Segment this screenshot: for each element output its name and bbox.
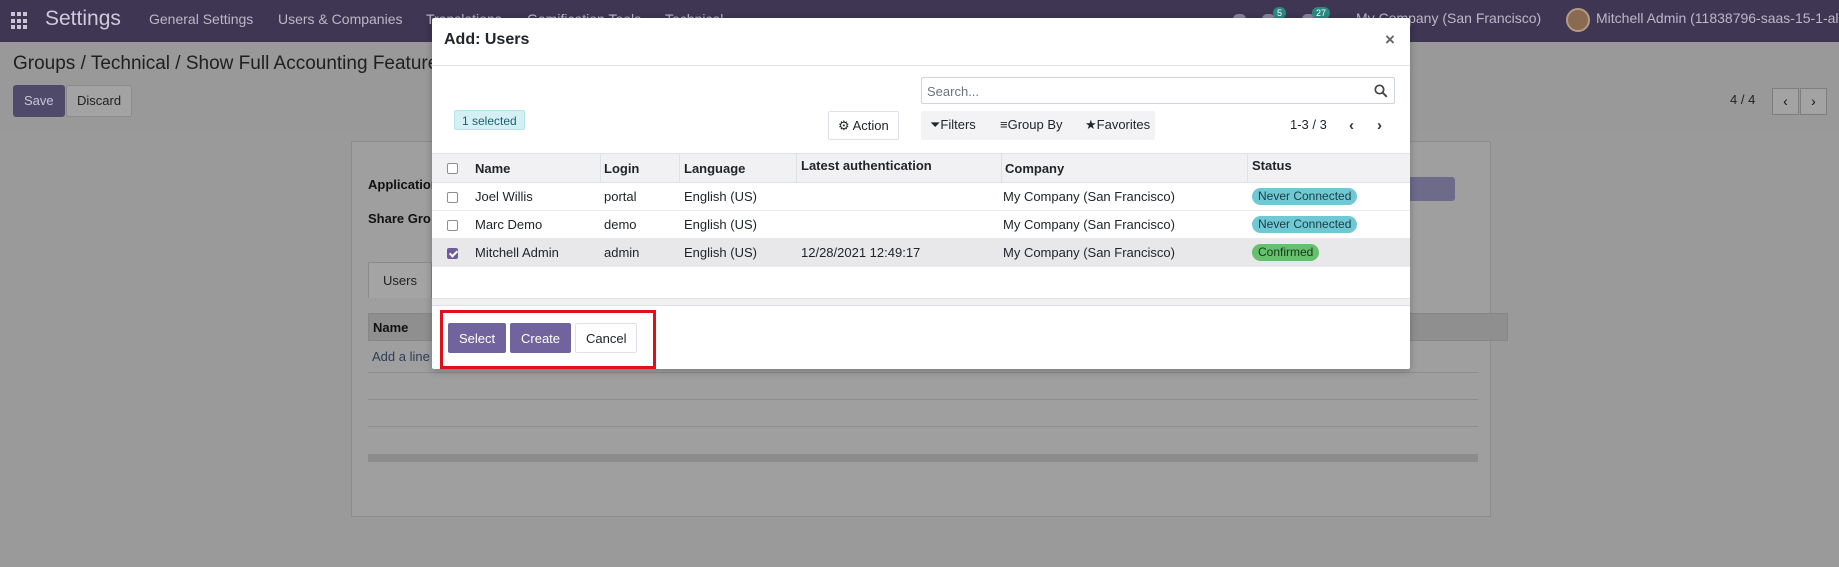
row-checkbox[interactable]: [447, 192, 458, 203]
favorites-button[interactable]: ★Favorites: [1085, 117, 1150, 133]
create-button[interactable]: Create: [510, 323, 572, 353]
cell-name: Joel Willis: [475, 189, 533, 204]
cell-name: Marc Demo: [475, 217, 543, 232]
status-badge: Never Connected: [1252, 188, 1358, 205]
column-header-language[interactable]: Language: [684, 161, 745, 176]
breadcrumb-current: Show Full Accounting Features: [185, 53, 448, 74]
cell-login: portal: [604, 189, 637, 204]
column-divider[interactable]: [600, 154, 601, 183]
pager-previous-button[interactable]: ‹: [1772, 88, 1799, 115]
share-group-label: Share Gro: [368, 211, 431, 226]
cell-login: demo: [604, 217, 637, 232]
cell-language: English (US): [684, 245, 757, 260]
column-divider[interactable]: [1247, 154, 1248, 183]
application-field[interactable]: [1407, 177, 1455, 201]
discard-button[interactable]: Discard: [66, 85, 133, 117]
chevron-left-icon[interactable]: ‹: [1349, 117, 1354, 134]
gear-icon: ⚙: [838, 118, 850, 133]
cell-company: My Company (San Francisco): [1003, 189, 1175, 204]
dialog-footer: Select Create Cancel: [432, 305, 1410, 369]
application-label: Application: [368, 177, 439, 192]
tab-users[interactable]: Users: [368, 262, 432, 298]
table-row[interactable]: Marc Demo demo English (US) My Company (…: [432, 211, 1410, 239]
close-icon[interactable]: ×: [1385, 30, 1395, 50]
column-divider[interactable]: [1001, 154, 1002, 183]
status-badge: Confirmed: [1252, 244, 1320, 261]
add-line-link[interactable]: Add a line: [372, 349, 430, 364]
search-bar: [921, 77, 1395, 104]
cell-name: Mitchell Admin: [475, 245, 559, 260]
row-checkbox[interactable]: [447, 220, 458, 231]
group-by-label: Group By: [1007, 117, 1063, 132]
list-footer: [432, 298, 1410, 305]
dialog-title: Add: Users: [444, 31, 530, 48]
cell-company: My Company (San Francisco): [1003, 217, 1175, 232]
breadcrumb: Groups / Technical / Show Full Accountin…: [13, 53, 448, 75]
menu-users-companies[interactable]: Users & Companies: [278, 11, 403, 27]
breadcrumb-separator: /: [75, 53, 91, 74]
avatar[interactable]: [1566, 8, 1590, 32]
app-brand[interactable]: Settings: [45, 7, 121, 31]
column-header-latest-authentication[interactable]: Latest authentication: [801, 158, 932, 173]
column-header-login[interactable]: Login: [604, 161, 639, 176]
selected-count-badge: 1 selected: [454, 110, 525, 130]
table-row[interactable]: Joel Willis portal English (US) My Compa…: [432, 183, 1410, 211]
chevron-right-icon[interactable]: ›: [1377, 117, 1382, 134]
filters-button[interactable]: ⏷Filters: [930, 117, 976, 133]
add-users-dialog: Add: Users × 1 selected ⚙ Action ⏷Filter…: [432, 18, 1410, 369]
breadcrumb-groups[interactable]: Groups: [13, 53, 75, 74]
search-input[interactable]: [927, 82, 1357, 100]
list-icon: ≡: [1000, 117, 1008, 132]
group-by-button[interactable]: ≡Group By: [1000, 117, 1063, 132]
table-row[interactable]: Mitchell Admin admin English (US) 12/28/…: [432, 239, 1410, 267]
column-header-company[interactable]: Company: [1005, 161, 1064, 176]
divider: [368, 372, 1478, 373]
search-icon[interactable]: [1374, 84, 1388, 98]
search-options-bar: ⏷Filters ≡Group By ★Favorites: [921, 111, 1155, 140]
cancel-button[interactable]: Cancel: [575, 323, 638, 353]
cell-language: English (US): [684, 217, 757, 232]
cell-company: My Company (San Francisco): [1003, 245, 1175, 260]
apps-menu-icon[interactable]: [11, 12, 29, 30]
horizontal-scrollbar[interactable]: [368, 454, 1478, 462]
select-all-checkbox[interactable]: [447, 163, 458, 174]
action-button[interactable]: ⚙ Action: [828, 111, 899, 140]
save-button[interactable]: Save: [13, 85, 65, 117]
pager-next-button[interactable]: ›: [1800, 88, 1827, 115]
status-badge: Never Connected: [1252, 216, 1358, 233]
breadcrumb-technical[interactable]: Technical: [91, 53, 170, 74]
select-button[interactable]: Select: [448, 323, 507, 353]
cell-language: English (US): [684, 189, 757, 204]
divider: [368, 426, 1478, 427]
cell-login: admin: [604, 245, 640, 260]
star-icon: ★: [1085, 117, 1097, 132]
record-pager-value: 4 / 4: [1730, 92, 1756, 107]
column-divider[interactable]: [796, 154, 797, 183]
favorites-label: Favorites: [1096, 117, 1151, 132]
menu-general-settings[interactable]: General Settings: [149, 11, 253, 27]
user-menu[interactable]: Mitchell Admin (11838796-saas-15-1-all): [1596, 10, 1839, 26]
action-label: Action: [852, 118, 889, 133]
cell-latest-authentication: 12/28/2021 12:49:17: [801, 245, 921, 260]
column-header-name[interactable]: Name: [475, 161, 510, 176]
column-divider[interactable]: [679, 154, 680, 183]
dialog-header: Add: Users ×: [432, 18, 1410, 66]
breadcrumb-separator: /: [170, 53, 186, 74]
column-header-status[interactable]: Status: [1252, 158, 1292, 173]
row-checkbox[interactable]: [447, 248, 458, 259]
divider: [368, 399, 1478, 400]
filter-icon: ⏷: [930, 117, 941, 132]
column-header-name[interactable]: Name: [373, 320, 408, 335]
list-pager-value[interactable]: 1-3 / 3: [1290, 117, 1327, 132]
filters-label: Filters: [940, 117, 976, 132]
users-list-header: Name Login Language Latest authenticatio…: [432, 153, 1410, 183]
